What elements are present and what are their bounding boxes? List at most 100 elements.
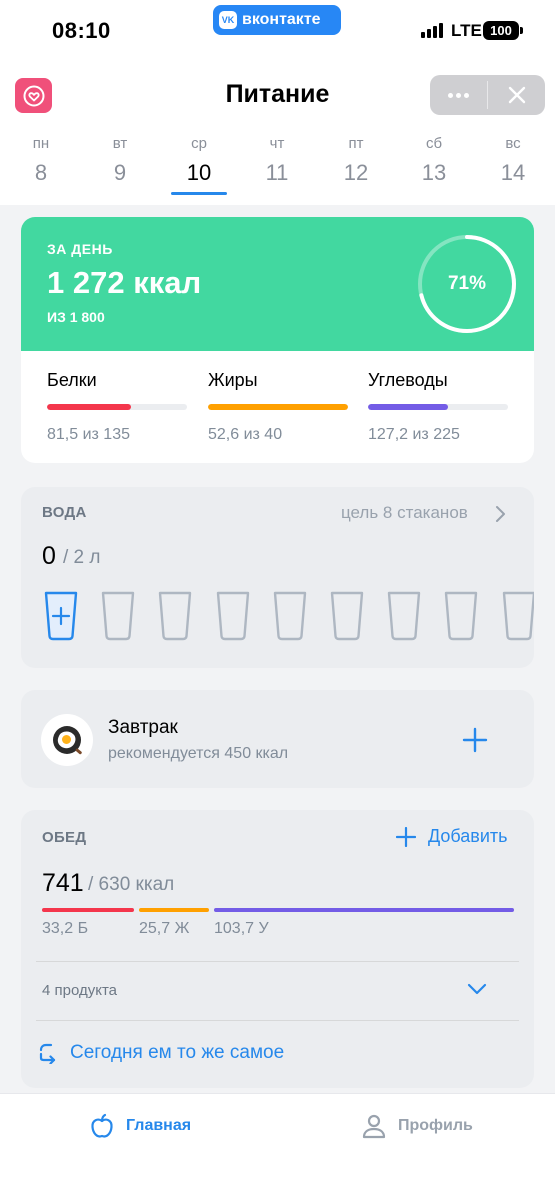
divider bbox=[36, 961, 519, 962]
macro-name: Углеводы bbox=[368, 370, 448, 390]
day-number: 14 bbox=[500, 160, 526, 185]
water-glass-icon[interactable] bbox=[329, 590, 365, 647]
macro-track bbox=[47, 404, 187, 410]
water-target: / 2 л bbox=[63, 547, 101, 568]
day-sat[interactable]: сб 13 bbox=[406, 135, 462, 186]
water-title: ВОДА bbox=[42, 504, 87, 521]
day-name: сб bbox=[425, 135, 443, 152]
day-number: 10 bbox=[186, 160, 212, 185]
lunch-card: ОБЕД Добавить 741 / 630 ккал 33,2 Б 25,7… bbox=[21, 810, 534, 1088]
tab-bar: Главная Профиль bbox=[0, 1093, 555, 1200]
tab-label: Главная bbox=[126, 1117, 192, 1134]
macro-fill bbox=[47, 404, 131, 410]
breakfast-card[interactable]: Завтрак рекомендуется 450 ккал bbox=[21, 690, 534, 788]
lunch-protein-bar bbox=[42, 908, 134, 912]
vk-app-pill[interactable]: VK вконтакте bbox=[213, 5, 341, 35]
day-name: пн bbox=[32, 135, 50, 152]
macro-fill bbox=[208, 404, 348, 410]
daily-summary-header: ЗА ДЕНЬ 1 272 ккал ИЗ 1 800 71% bbox=[21, 217, 534, 351]
day-name: чт bbox=[269, 135, 285, 152]
day-number: 13 bbox=[421, 160, 447, 185]
macro-value: 127,2 из 225 bbox=[368, 426, 460, 443]
add-glass-button[interactable] bbox=[43, 590, 79, 647]
day-fri[interactable]: пт 12 bbox=[328, 135, 384, 186]
water-glass-icon[interactable] bbox=[501, 590, 534, 647]
lunch-target: / 630 ккал bbox=[88, 874, 175, 895]
fried-egg-icon bbox=[41, 714, 93, 766]
meal-name: Завтрак bbox=[108, 717, 178, 738]
lunch-protein-value: 33,2 Б bbox=[42, 920, 89, 937]
week-selector: пн 8 вт 9 ср 10 чт 11 пт 12 сб 13 вс 14 bbox=[0, 135, 555, 197]
lunch-fat-value: 25,7 Ж bbox=[139, 920, 190, 937]
tab-label: Профиль bbox=[398, 1117, 473, 1134]
daily-summary-card[interactable]: ЗА ДЕНЬ 1 272 ккал ИЗ 1 800 71% Белки 81… bbox=[21, 217, 534, 463]
vk-app-label: вконтакте bbox=[242, 11, 321, 28]
day-name: вс bbox=[505, 135, 521, 152]
macro-value: 81,5 из 135 bbox=[47, 426, 130, 443]
repeat-label: Сегодня ем то же самое bbox=[70, 1042, 285, 1063]
chevron-down-icon[interactable] bbox=[467, 982, 487, 996]
day-name: вт bbox=[112, 135, 128, 152]
macro-name: Жиры bbox=[208, 370, 258, 390]
macro-track bbox=[208, 404, 348, 410]
more-icon bbox=[448, 92, 469, 98]
status-time: 08:10 bbox=[52, 18, 111, 43]
plus-icon bbox=[396, 826, 416, 847]
day-number: 8 bbox=[34, 160, 48, 185]
day-number: 11 bbox=[265, 160, 289, 185]
day-number: 12 bbox=[343, 160, 369, 185]
battery-icon: 100 bbox=[483, 21, 523, 40]
day-name: пт bbox=[348, 135, 364, 152]
macro-fill bbox=[368, 404, 448, 410]
water-glass-icon[interactable] bbox=[215, 590, 251, 647]
lunch-carbs-value: 103,7 У bbox=[214, 920, 269, 937]
day-mon[interactable]: пн 8 bbox=[13, 135, 69, 186]
macro-value: 52,6 из 40 bbox=[208, 426, 283, 443]
day-number: 9 bbox=[113, 160, 127, 185]
day-tue[interactable]: вт 9 bbox=[92, 135, 148, 186]
water-glass-icon[interactable] bbox=[443, 590, 479, 647]
lunch-fat-bar bbox=[139, 908, 209, 912]
summary-target: ИЗ 1 800 bbox=[47, 309, 105, 325]
progress-percent: 71% bbox=[447, 273, 487, 294]
macro-fat: Жиры 52,6 из 40 bbox=[208, 370, 348, 444]
day-sun[interactable]: вс 14 bbox=[485, 135, 541, 186]
lunch-title: ОБЕД bbox=[42, 829, 87, 846]
tab-home[interactable]: Главная bbox=[88, 1112, 191, 1140]
water-glass-icon[interactable] bbox=[100, 590, 136, 647]
repeat-icon bbox=[39, 1043, 56, 1064]
macro-name: Белки bbox=[47, 370, 97, 390]
summary-label: ЗА ДЕНЬ bbox=[47, 241, 113, 257]
summary-kcal: 1 272 ккал bbox=[47, 265, 202, 300]
day-wed[interactable]: ср 10 bbox=[171, 135, 227, 195]
products-count[interactable]: 4 продукта bbox=[42, 982, 117, 999]
tab-profile[interactable]: Профиль bbox=[360, 1112, 473, 1140]
active-day-indicator bbox=[171, 192, 227, 195]
more-button[interactable] bbox=[430, 75, 487, 115]
user-icon bbox=[362, 1114, 386, 1139]
lunch-carbs-bar bbox=[214, 908, 514, 912]
close-button[interactable] bbox=[488, 75, 545, 115]
meal-recommendation: рекомендуется 450 ккал bbox=[108, 745, 289, 762]
status-bar: 08:10 VK вконтакте LTE 100 bbox=[0, 0, 555, 60]
mini-app-capsule bbox=[430, 75, 545, 115]
lunch-kcal: 741 bbox=[42, 869, 84, 897]
add-label: Добавить bbox=[428, 826, 508, 846]
water-glass-icon[interactable] bbox=[157, 590, 193, 647]
divider bbox=[36, 1020, 519, 1021]
water-glass-icon[interactable] bbox=[386, 590, 422, 647]
water-goal-link[interactable]: цель 8 стаканов bbox=[341, 503, 468, 523]
water-count: 0 bbox=[42, 542, 56, 570]
close-icon bbox=[508, 86, 525, 104]
add-breakfast-button[interactable] bbox=[462, 727, 488, 753]
macro-carbs: Углеводы 127,2 из 225 bbox=[368, 370, 508, 444]
repeat-meal-button[interactable]: Сегодня ем то же самое bbox=[38, 1042, 284, 1064]
chevron-right-icon bbox=[496, 506, 505, 522]
water-card: ВОДА цель 8 стаканов 0 / 2 л bbox=[21, 487, 534, 668]
water-glass-icon[interactable] bbox=[272, 590, 308, 647]
macro-protein: Белки 81,5 из 135 bbox=[47, 370, 187, 444]
apple-icon bbox=[91, 1113, 113, 1138]
add-lunch-button[interactable]: Добавить bbox=[396, 826, 508, 847]
day-thu[interactable]: чт 11 bbox=[249, 135, 305, 186]
vk-logo-icon: VK bbox=[219, 11, 237, 29]
